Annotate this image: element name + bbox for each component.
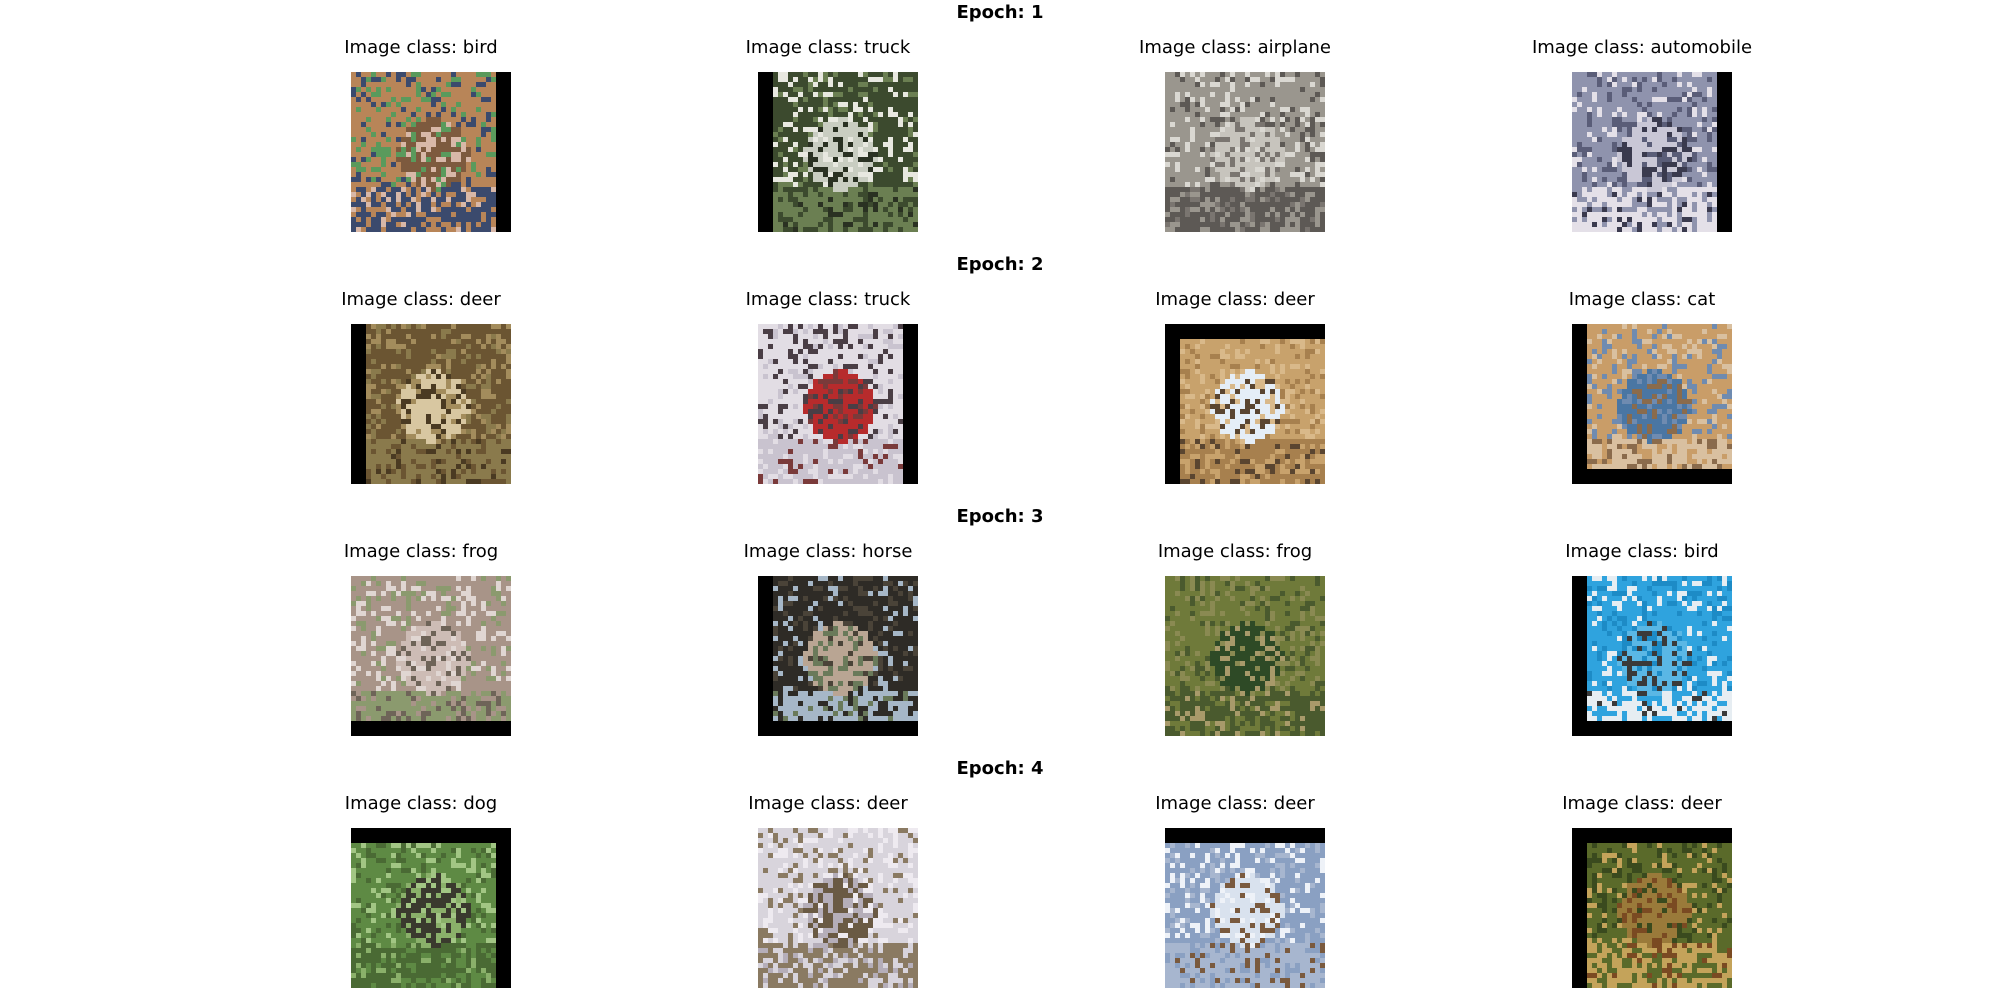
image-class-label: Image class: deer: [1562, 793, 1722, 814]
pixel-image: [773, 576, 918, 721]
sample-image: [1165, 72, 1325, 232]
image-panel: Image class: deer: [678, 792, 978, 988]
sample-image: [758, 828, 918, 988]
sample-image: [1572, 324, 1732, 484]
image-panel: Image class: deer: [271, 288, 571, 484]
image-class-label: Image class: bird: [1565, 541, 1719, 562]
sample-image: [1165, 576, 1325, 736]
image-class-label: Image class: frog: [1157, 541, 1313, 562]
pixel-image: [758, 324, 903, 484]
image-class-label: Image class: deer: [341, 289, 501, 310]
pixel-image: [1165, 72, 1325, 232]
sample-image: [758, 324, 918, 484]
image-panel: Image class: deer: [1085, 288, 1385, 484]
image-panel: Image class: airplane: [1085, 36, 1385, 232]
pixel-image: [758, 828, 918, 988]
image-panel: Image class: truck: [678, 36, 978, 232]
sample-image: [351, 576, 511, 736]
image-class-label: Image class: frog: [343, 541, 499, 562]
image-panel: Image class: deer: [1492, 792, 1792, 988]
pixel-image: [1587, 576, 1732, 721]
image-panel: Image class: truck: [678, 288, 978, 484]
epoch-title-2: Epoch: 2: [956, 254, 1044, 275]
sample-image: [1165, 324, 1325, 484]
pixel-image: [1587, 843, 1732, 988]
image-panel: Image class: frog: [1085, 540, 1385, 736]
sample-image: [1572, 72, 1732, 232]
sample-image: [758, 576, 918, 736]
image-class-label: Image class: truck: [745, 37, 911, 58]
image-class-label: Image class: deer: [1155, 793, 1315, 814]
image-panel: Image class: cat: [1492, 288, 1792, 484]
pixel-image: [1165, 843, 1325, 988]
sample-image: [351, 324, 511, 484]
pixel-image: [773, 72, 918, 232]
image-class-label: Image class: truck: [745, 289, 911, 310]
sample-image: [1572, 828, 1732, 988]
image-panel: Image class: frog: [271, 540, 571, 736]
image-class-label: Image class: bird: [344, 37, 498, 58]
image-class-label: Image class: horse: [743, 541, 913, 562]
pixel-image: [1587, 324, 1732, 469]
pixel-image: [1165, 576, 1325, 736]
pixel-image: [1572, 72, 1717, 232]
pixel-image: [351, 72, 496, 232]
sample-image: [351, 72, 511, 232]
image-class-label: Image class: cat: [1568, 289, 1716, 310]
image-class-label: Image class: airplane: [1139, 37, 1331, 58]
image-class-label: Image class: automobile: [1531, 37, 1753, 58]
image-panel: Image class: horse: [678, 540, 978, 736]
image-class-label: Image class: deer: [748, 793, 908, 814]
sample-image: [1572, 576, 1732, 736]
image-panel: Image class: automobile: [1492, 36, 1792, 232]
epoch-title-1: Epoch: 1: [956, 2, 1044, 23]
pixel-image: [351, 576, 511, 721]
image-panel: Image class: dog: [271, 792, 571, 988]
sample-image: [351, 828, 511, 988]
pixel-image: [351, 843, 496, 988]
image-class-label: Image class: dog: [344, 793, 498, 814]
epoch-title-3: Epoch: 3: [956, 506, 1044, 527]
image-panel: Image class: deer: [1085, 792, 1385, 988]
sample-image: [758, 72, 918, 232]
image-class-label: Image class: deer: [1155, 289, 1315, 310]
epoch-title-4: Epoch: 4: [956, 758, 1044, 779]
sample-image: [1165, 828, 1325, 988]
image-panel: Image class: bird: [271, 36, 571, 232]
image-panel: Image class: bird: [1492, 540, 1792, 736]
pixel-image: [1180, 339, 1325, 484]
pixel-image: [366, 324, 511, 484]
